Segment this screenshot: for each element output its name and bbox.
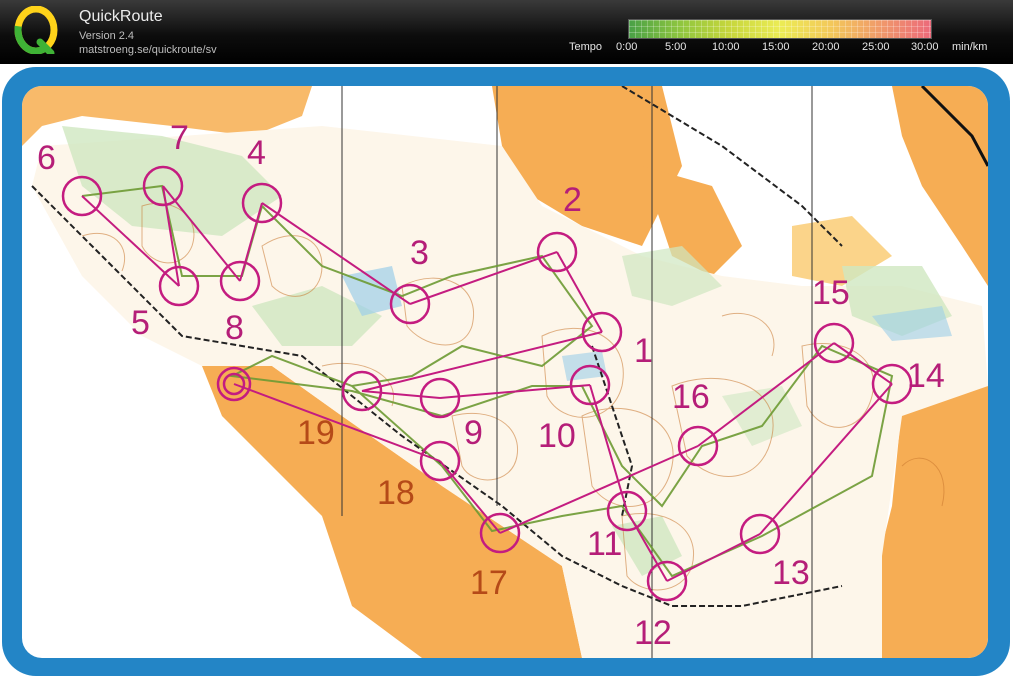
control-label: 7 [170, 119, 189, 157]
control-label: 15 [812, 274, 850, 312]
tempo-tick: 30:00 [911, 41, 939, 53]
control-label: 11 [587, 525, 623, 563]
tempo-color-scale [628, 19, 932, 39]
control-label: 9 [464, 414, 483, 452]
control-label: 3 [410, 234, 429, 272]
control-label: 18 [377, 474, 415, 512]
tempo-tick: 20:00 [812, 41, 840, 53]
tempo-tick: 15:00 [762, 41, 790, 53]
control-label: 4 [247, 134, 266, 172]
title-bar: QuickRoute Version 2.4 matstroeng.se/qui… [0, 0, 1013, 64]
control-label: 19 [297, 414, 335, 452]
control-label: 8 [225, 309, 244, 347]
control-label: 5 [131, 304, 150, 342]
control-label: 14 [907, 357, 945, 395]
tempo-tick: 0:00 [616, 41, 638, 53]
tempo-label: Tempo [569, 41, 603, 53]
app-title: QuickRoute [79, 8, 163, 25]
tempo-tick: 5:00 [665, 41, 687, 53]
quickroute-logo-icon [14, 6, 58, 54]
tempo-unit: min/km [952, 41, 988, 53]
control-label: 16 [672, 378, 710, 416]
app-url: matstroeng.se/quickroute/sv [79, 44, 217, 56]
app-version: Version 2.4 [79, 30, 135, 42]
control-label: 13 [772, 554, 810, 592]
control-label: 2 [563, 181, 582, 219]
tempo-tick: 25:00 [862, 41, 890, 53]
control-label: 1 [634, 332, 653, 370]
control-label: 6 [37, 139, 56, 177]
control-label: 12 [634, 614, 672, 652]
tempo-tick: 10:00 [712, 41, 740, 53]
control-label: 10 [538, 417, 576, 455]
orienteering-map[interactable]: 1 2 3 4 5 6 7 8 9 10 11 12 13 14 15 16 1… [22, 86, 988, 658]
control-label: 17 [470, 564, 508, 602]
